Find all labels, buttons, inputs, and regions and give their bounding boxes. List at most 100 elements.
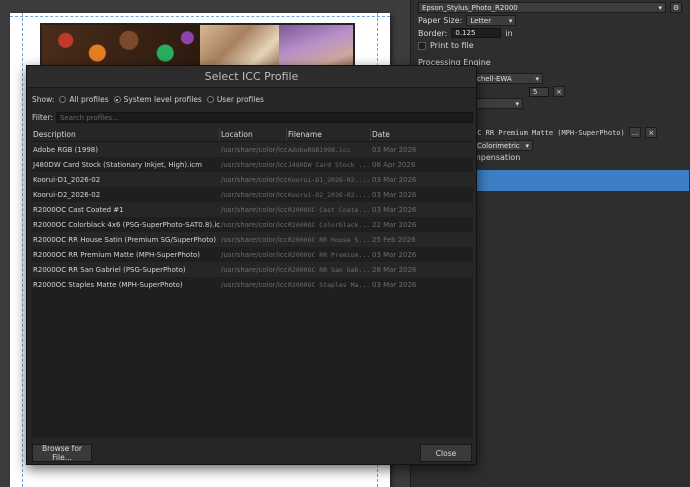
cell-description: Koorui-D1_2026-02 bbox=[33, 175, 101, 184]
paper-size-select[interactable]: Letter ▾ bbox=[466, 15, 517, 26]
radio-indicator bbox=[206, 96, 214, 103]
cell-location: /usr/share/color/icc bbox=[221, 205, 287, 214]
profile-browse-label: ... bbox=[631, 128, 639, 137]
table-row[interactable]: R2000OC Cast Coated #1/usr/share/color/i… bbox=[32, 202, 473, 217]
cell-filename: Koorui-D1_2026-02.... bbox=[288, 175, 371, 184]
radio-label: User profiles bbox=[216, 95, 264, 104]
cell-date: 28 Mar 2026 bbox=[372, 265, 417, 274]
cell-filename: Koorui-D2_2026-02.... bbox=[288, 190, 371, 199]
table-row[interactable]: J480DW Card Stock (Stationary Inkjet, Hi… bbox=[32, 157, 473, 172]
chevron-down-icon: ▾ bbox=[535, 74, 539, 83]
radio-system-profiles[interactable]: System level profiles bbox=[113, 95, 202, 104]
radio-user-profiles[interactable]: User profiles bbox=[206, 95, 264, 104]
margin-guide-top bbox=[10, 16, 390, 17]
cell-filename: R2000OC RR San Gab... bbox=[288, 265, 371, 274]
table-row[interactable]: R2000OC RR House Satin (Premium SG/Super… bbox=[32, 232, 473, 247]
cell-date: 03 Mar 2026 bbox=[372, 190, 417, 199]
chevron-down-icon: ▾ bbox=[515, 99, 519, 108]
cell-description: R2000OC RR Premium Matte (MPH-SuperPhoto… bbox=[33, 250, 200, 259]
column-header-date[interactable]: Date bbox=[371, 128, 473, 141]
column-header-filename[interactable]: Filename bbox=[287, 128, 371, 141]
table-row[interactable]: R2000OC Colorblack 4x6 (PSG-SuperPhoto-S… bbox=[32, 217, 473, 232]
select-icc-profile-dialog: Select ICC Profile Show: All profiles Sy… bbox=[26, 65, 477, 465]
table-row[interactable]: R2000OC Staples Matte (MPH-SuperPhoto) /u… bbox=[32, 277, 473, 292]
cell-description: Adobe RGB (1998) bbox=[33, 145, 98, 154]
radio-label: System level profiles bbox=[123, 95, 202, 104]
cell-filename: J480DW Card Stock ... bbox=[288, 160, 371, 169]
gear-icon: ⚙ bbox=[673, 3, 680, 12]
table-row[interactable]: R2000OC RR San Gabriel (PSG-SuperPhoto) /… bbox=[32, 262, 473, 277]
cell-location: /usr/share/color/icc bbox=[221, 160, 287, 169]
cell-date: 03 Mar 2026 bbox=[372, 145, 417, 154]
resample-reset-button[interactable]: × bbox=[553, 86, 565, 97]
cell-description: R2000OC RR San Gabriel (PSG-SuperPhoto) bbox=[33, 265, 186, 274]
cell-filename: AdobeRGB1998.icc bbox=[288, 145, 351, 154]
cell-location: /usr/share/color/icc bbox=[221, 190, 287, 199]
cell-filename: R2000OC RR House S... bbox=[288, 235, 371, 244]
printer-select[interactable]: Epson_Stylus_Photo_R2000 ▾ bbox=[418, 2, 666, 13]
rendering-intent-select[interactable]: Colorimetric ▾ bbox=[473, 140, 533, 151]
cell-location: /usr/share/color/icc bbox=[221, 145, 287, 154]
border-input[interactable]: 0.125 bbox=[451, 28, 502, 38]
cell-date: 06 Apr 2026 bbox=[372, 160, 416, 169]
cell-location: /usr/share/color/icc bbox=[221, 175, 287, 184]
filter-row: Filter: bbox=[32, 112, 473, 123]
cell-description: J480DW Card Stock (Stationary Inkjet, Hi… bbox=[33, 160, 202, 169]
cell-filename: R2000OC Cast Coate... bbox=[288, 205, 371, 214]
output-profile-value: 0C RR Premium Matte (MPH-SuperPhoto) bbox=[473, 128, 625, 137]
cell-filename: R2000OC RR Premium... bbox=[288, 250, 371, 259]
rendering-intent-value: Colorimetric bbox=[477, 141, 520, 150]
chevron-down-icon: ▾ bbox=[525, 141, 529, 150]
cell-date: 22 Mar 2026 bbox=[372, 220, 417, 229]
print-to-file-checkbox[interactable] bbox=[418, 41, 426, 50]
table-row[interactable]: Koorui-D1_2026-02/usr/share/color/icc Koo… bbox=[32, 172, 473, 187]
print-button[interactable] bbox=[473, 170, 689, 191]
border-unit: in bbox=[505, 28, 513, 38]
border-label: Border: bbox=[418, 28, 448, 38]
resample-value: 5 bbox=[533, 87, 538, 96]
paper-size-label: Paper Size: bbox=[418, 16, 463, 25]
black-point-compensation-label: mpensation bbox=[473, 153, 521, 162]
chevron-down-icon: ▾ bbox=[658, 3, 662, 12]
profile-browse-button[interactable]: ... bbox=[628, 127, 642, 138]
browse-for-file-button[interactable]: Browse for File... bbox=[32, 444, 92, 462]
cell-location: /usr/share/color/icc bbox=[221, 265, 287, 274]
table-row[interactable]: Koorui-D2_2026-02/usr/share/color/icc Koo… bbox=[32, 187, 473, 202]
cell-date: 03 Mar 2026 bbox=[372, 250, 417, 259]
show-filter-row: Show: All profiles System level profiles… bbox=[32, 95, 264, 104]
radio-indicator bbox=[59, 96, 67, 103]
cell-location: /usr/share/color/icc bbox=[221, 250, 287, 259]
close-button[interactable]: Close bbox=[420, 444, 472, 462]
cell-description: Koorui-D2_2026-02 bbox=[33, 190, 101, 199]
radio-label: All profiles bbox=[69, 95, 109, 104]
cell-date: 25 Feb 2026 bbox=[372, 235, 416, 244]
cell-location: /usr/share/color/icc bbox=[221, 220, 287, 229]
resample-value-input[interactable]: 5 bbox=[529, 86, 549, 97]
printer-select-value: Epson_Stylus_Photo_R2000 bbox=[422, 3, 518, 12]
border-value: 0.125 bbox=[455, 29, 476, 37]
paper-size-value: Letter bbox=[470, 16, 492, 25]
resample-method-select[interactable]: chell-EWA ▾ bbox=[473, 73, 543, 84]
show-label: Show: bbox=[32, 95, 55, 104]
profile-clear-button[interactable]: × bbox=[645, 127, 658, 138]
column-header-description[interactable]: Description bbox=[32, 128, 220, 141]
cell-description: R2000OC Cast Coated #1 bbox=[33, 205, 124, 214]
cell-description: R2000OC Colorblack 4x6 (PSG-SuperPhoto-S… bbox=[33, 220, 220, 229]
radio-all-profiles[interactable]: All profiles bbox=[59, 95, 109, 104]
cell-date: 03 Mar 2026 bbox=[372, 280, 417, 289]
dialog-title: Select ICC Profile bbox=[27, 66, 476, 88]
cell-location: /usr/share/color/icc bbox=[221, 280, 287, 289]
column-header-location[interactable]: Location bbox=[220, 128, 287, 141]
printer-settings-button[interactable]: ⚙ bbox=[670, 2, 683, 13]
cell-date: 03 Mar 2026 bbox=[372, 205, 417, 214]
secondary-select[interactable]: ▾ bbox=[473, 98, 523, 109]
table-row[interactable]: R2000OC RR Premium Matte (MPH-SuperPhoto… bbox=[32, 247, 473, 262]
close-icon: × bbox=[556, 87, 562, 96]
cell-filename: R2000OC Colorblack... bbox=[288, 220, 371, 229]
table-row[interactable]: Adobe RGB (1998) /usr/share/color/icc Adob… bbox=[32, 142, 473, 157]
table-header: Description Location Filename Date bbox=[32, 128, 473, 142]
table-body: Adobe RGB (1998)/usr/share/color/icc Adob… bbox=[32, 142, 473, 292]
chevron-down-icon: ▾ bbox=[508, 16, 513, 25]
search-input[interactable] bbox=[55, 112, 473, 123]
margin-guide-left bbox=[22, 13, 23, 487]
